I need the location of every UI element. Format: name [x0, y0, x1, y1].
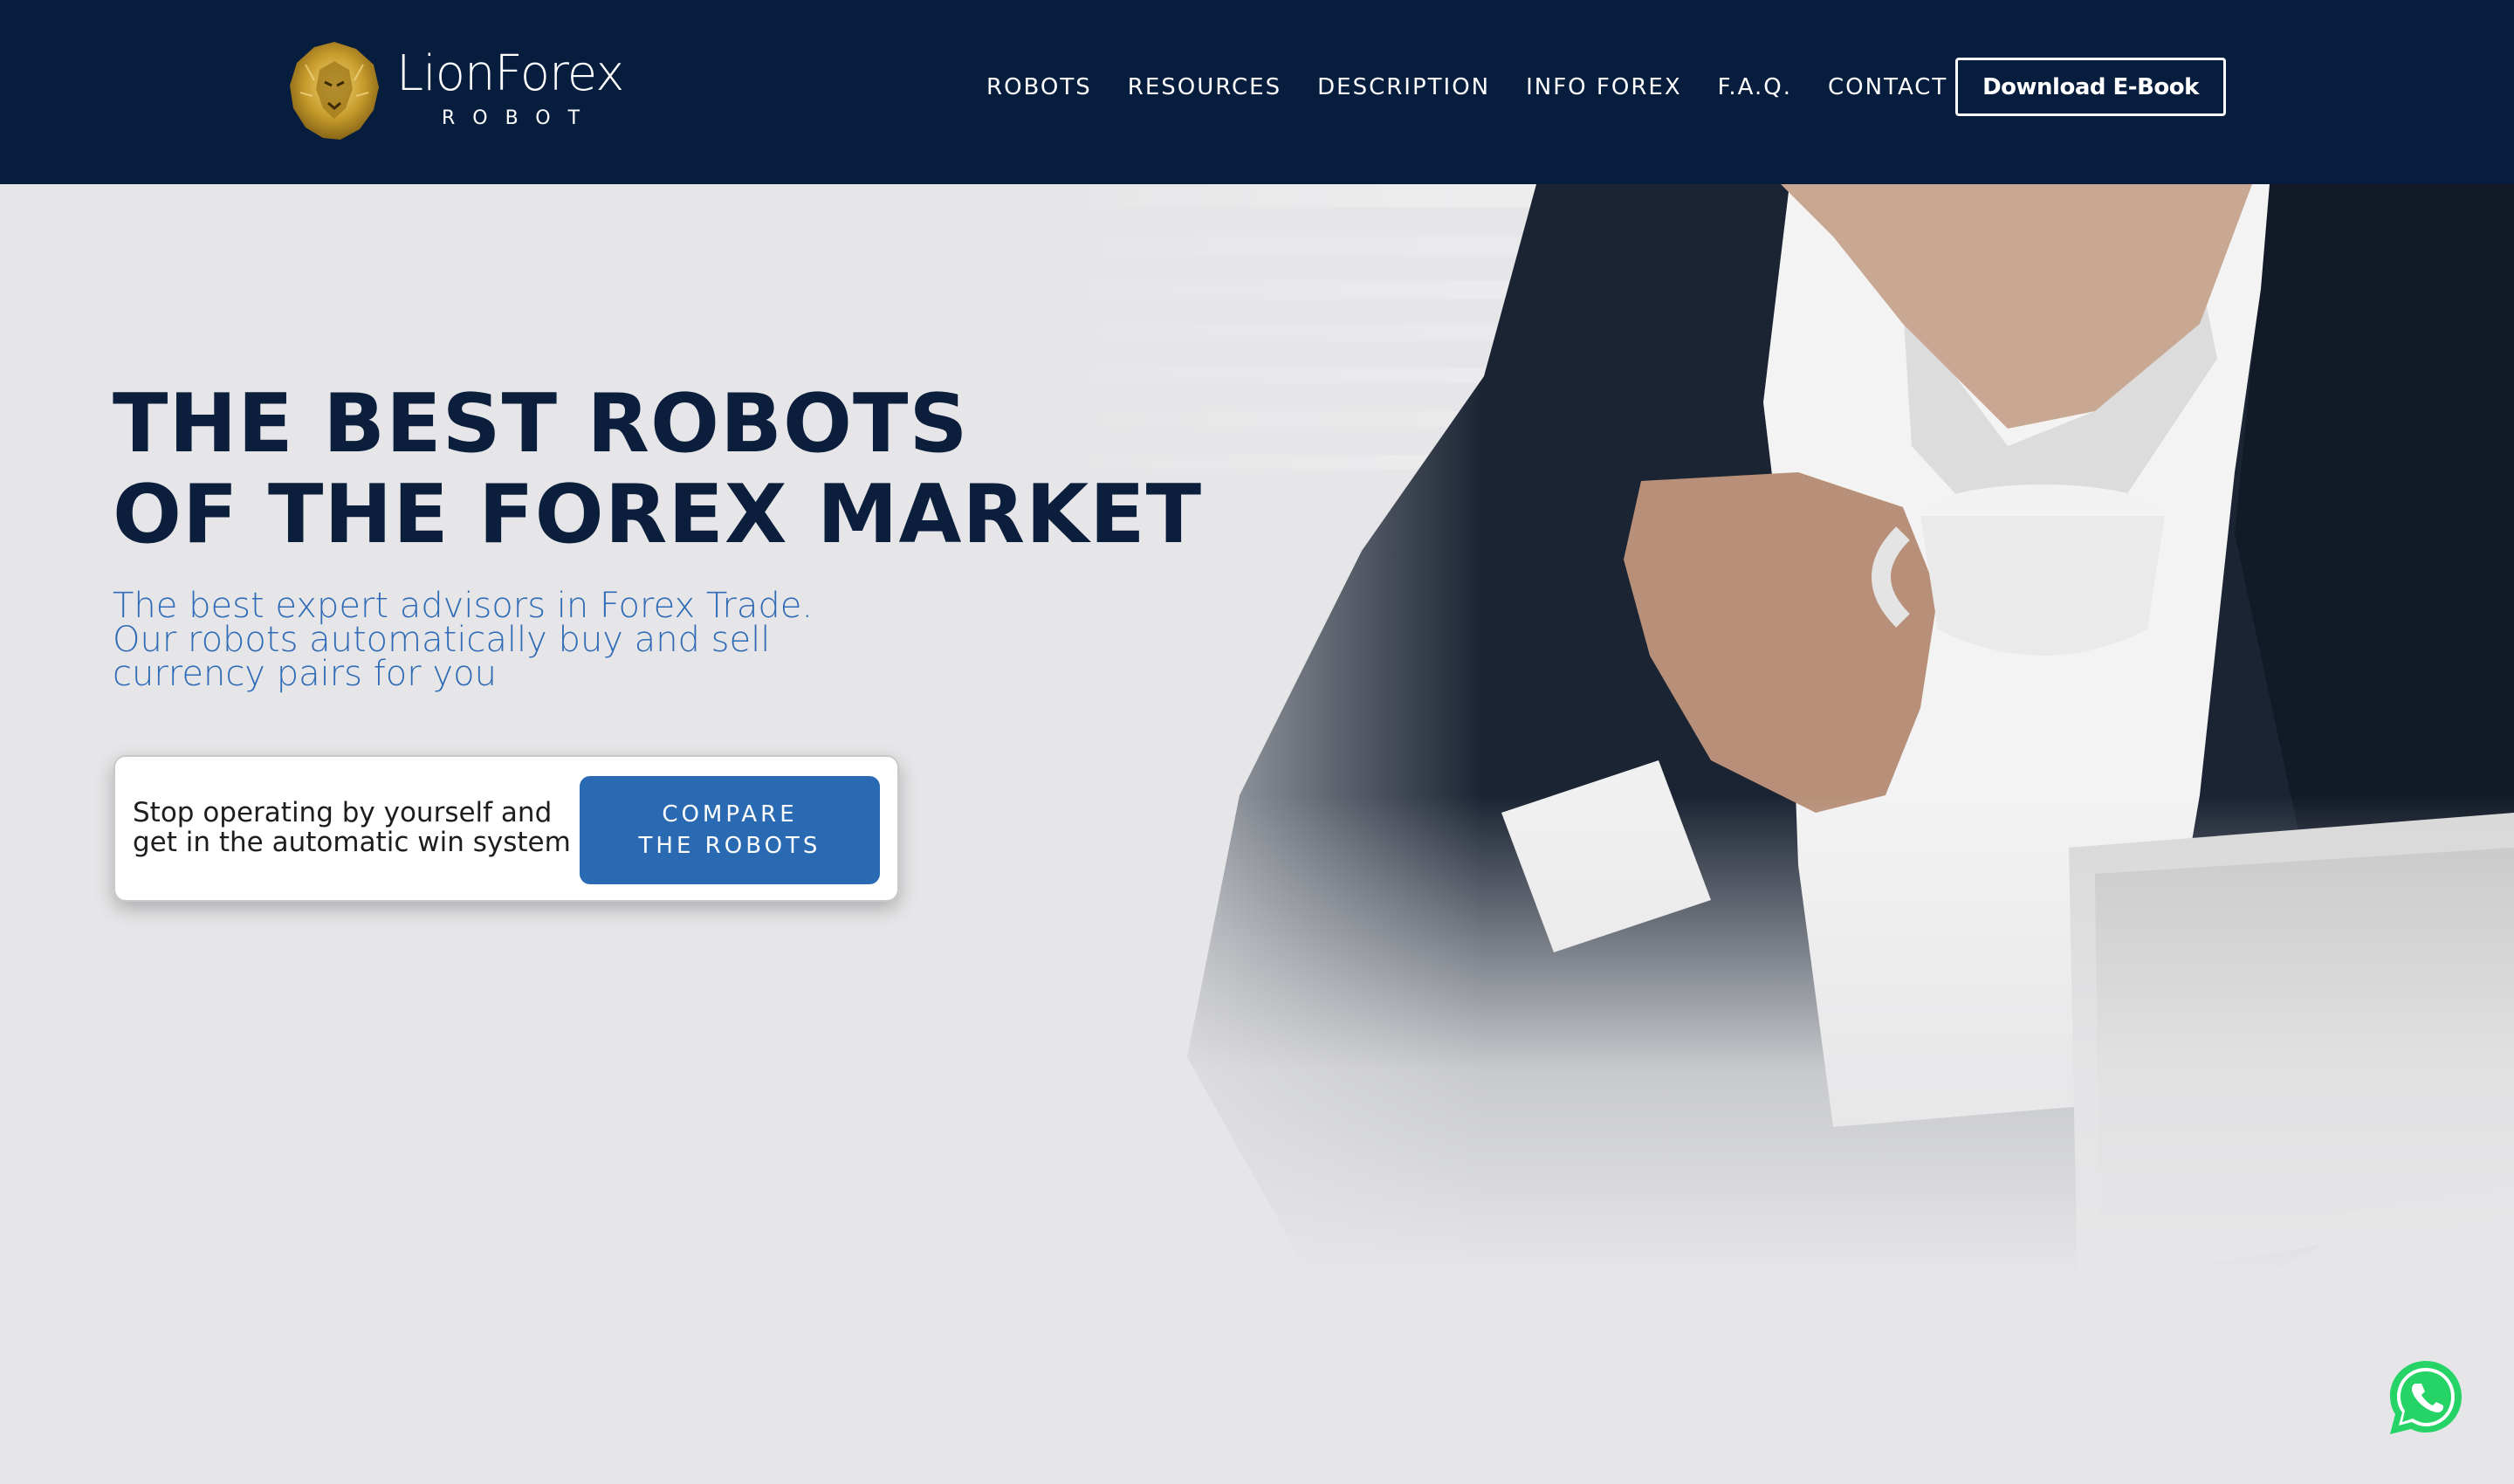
nav-item-info-forex[interactable]: INFO FOREX	[1526, 74, 1682, 100]
hero-title-line: THE BEST ROBOTS	[113, 376, 969, 471]
whatsapp-icon[interactable]	[2386, 1357, 2466, 1438]
hero-title: THE BEST ROBOTS OF THE FOREX MARKET	[113, 378, 1202, 560]
brand-sub: ROBOT	[442, 107, 598, 129]
cta-card: Stop operating by yourself and get in th…	[113, 755, 899, 902]
site-header: LionForex ROBOT ROBOTS RESOURCES DESCRIP…	[0, 0, 2514, 184]
nav-item-resources[interactable]: RESOURCES	[1128, 74, 1281, 100]
cta-text-line: Stop operating by yourself and	[133, 797, 553, 828]
cta-text: Stop operating by yourself and get in th…	[133, 798, 571, 857]
lion-head-icon	[288, 38, 381, 141]
logo[interactable]: LionForex ROBOT	[288, 35, 624, 144]
brand-name: LionForex	[396, 45, 624, 102]
nav-item-robots[interactable]: ROBOTS	[986, 74, 1092, 100]
hero-subtitle-line: The best expert advisors in Forex Trade.	[113, 586, 814, 626]
nav-item-contact[interactable]: CONTACT	[1828, 74, 1947, 100]
compare-robots-button-line: THE ROBOTS	[638, 833, 821, 859]
nav-item-faq[interactable]: F.A.Q.	[1718, 74, 1792, 100]
main-nav: ROBOTS RESOURCES DESCRIPTION INFO FOREX …	[986, 0, 1947, 175]
logo-text: LionForex ROBOT	[396, 45, 624, 130]
cta-text-line: get in the automatic win system	[133, 827, 571, 858]
compare-robots-button-line: COMPARE	[662, 801, 798, 828]
hero-title-line: OF THE FOREX MARKET	[113, 467, 1203, 561]
compare-robots-button[interactable]: COMPARE THE ROBOTS	[580, 776, 880, 884]
hero-subtitle-line: currency pairs for you	[113, 654, 497, 694]
download-ebook-button[interactable]: Download E-Book	[1955, 58, 2226, 116]
hero-section: THE BEST ROBOTS OF THE FOREX MARKET The …	[0, 184, 2514, 1484]
hero-subtitle: The best expert advisors in Forex Trade.…	[113, 586, 814, 694]
hero-subtitle-line: Our robots automatically buy and sell	[113, 620, 771, 660]
nav-item-description[interactable]: DESCRIPTION	[1317, 74, 1490, 100]
